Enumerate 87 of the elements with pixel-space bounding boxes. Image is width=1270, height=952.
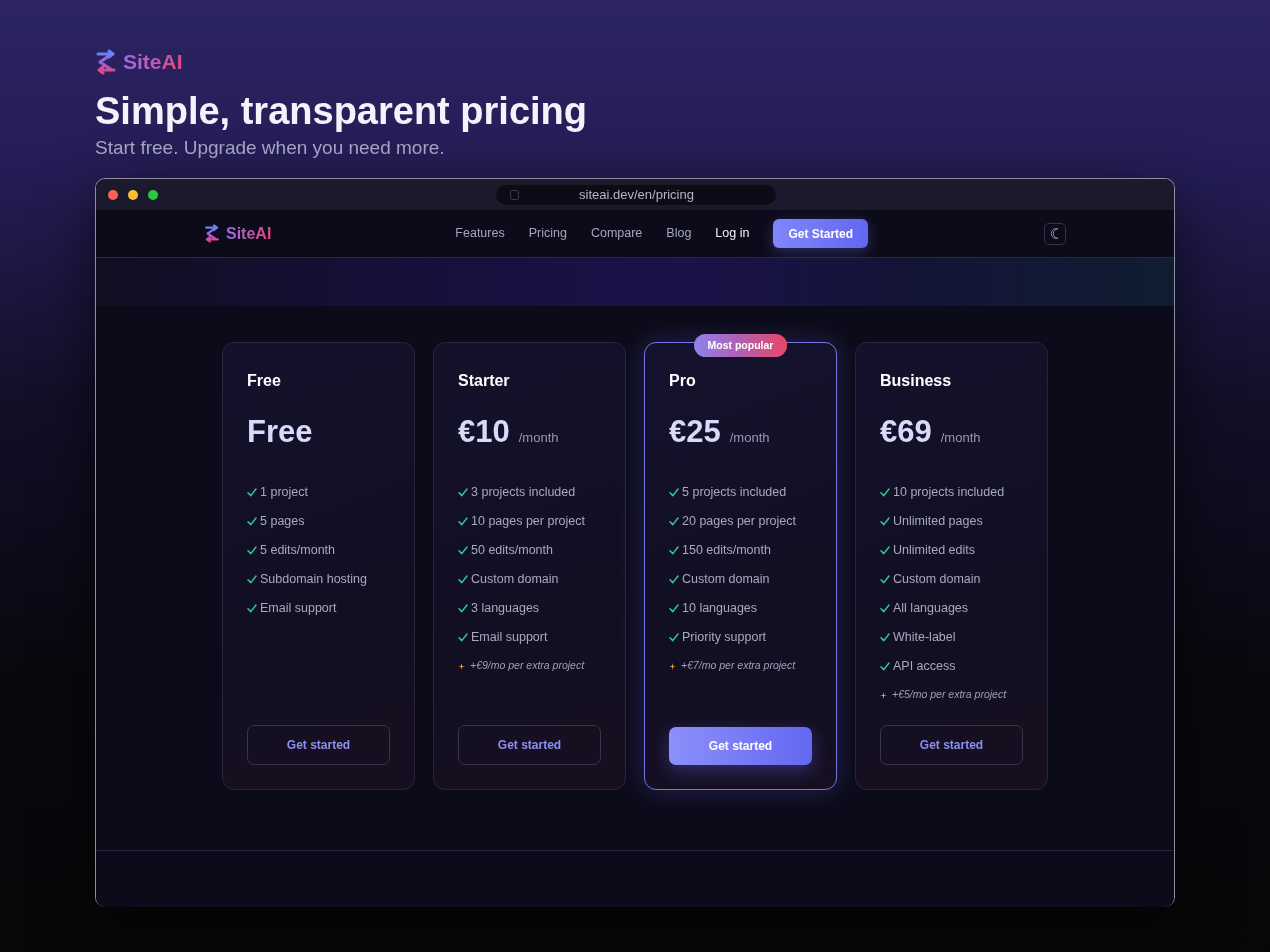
feature-text: 5 edits/month xyxy=(260,541,336,559)
feature-text: 1 project xyxy=(260,483,308,501)
get-started-button[interactable]: Get started xyxy=(880,725,1023,765)
check-icon xyxy=(247,487,257,497)
login-link[interactable]: Log in xyxy=(715,224,750,243)
feature-text: 5 pages xyxy=(260,512,305,530)
check-icon xyxy=(669,632,679,642)
feature-text: Email support xyxy=(260,599,337,617)
check-icon xyxy=(880,661,890,671)
feature-text: All languages xyxy=(893,599,969,617)
feature-text: 3 projects included xyxy=(471,483,576,501)
feature-text: 10 projects included xyxy=(893,483,1005,501)
check-icon xyxy=(880,516,890,526)
plan-price: Free xyxy=(247,414,313,450)
nav-link[interactable]: Compare xyxy=(590,224,643,243)
plan-price: €25 xyxy=(669,414,721,450)
get-started-button[interactable]: Get started xyxy=(458,725,601,765)
plan-name: Business xyxy=(880,371,953,391)
price-period: /month xyxy=(729,429,770,447)
check-icon xyxy=(247,603,257,613)
plan-name: Starter xyxy=(458,371,511,391)
feature-text: 20 pages per project xyxy=(682,512,796,530)
extra-note: +€5/mo per extra project xyxy=(892,687,1007,703)
plan-price: €10 xyxy=(458,414,510,450)
page-subtitle: Start free. Upgrade when you need more. xyxy=(95,136,446,160)
plan-name: Free xyxy=(247,371,282,391)
check-icon xyxy=(669,574,679,584)
check-icon xyxy=(247,545,257,555)
close-button[interactable] xyxy=(108,189,118,200)
sparkle-icon xyxy=(669,662,676,670)
page-icon xyxy=(510,190,519,200)
check-icon xyxy=(458,487,468,497)
check-icon xyxy=(880,574,890,584)
maximize-button[interactable] xyxy=(148,189,158,200)
feature-text: 10 pages per project xyxy=(471,512,585,530)
check-icon xyxy=(669,603,679,613)
nav-link[interactable]: Blog xyxy=(666,224,692,243)
get-started-button[interactable]: Get started xyxy=(669,727,812,765)
check-icon xyxy=(669,487,679,497)
feature-text: Custom domain xyxy=(893,570,981,588)
feature-text: Unlimited edits xyxy=(893,541,975,559)
logo-icon xyxy=(204,224,220,243)
feature-text: Email support xyxy=(471,628,548,646)
feature-text: Unlimited pages xyxy=(893,512,983,530)
sparkle-icon xyxy=(458,662,465,670)
price-period: /month xyxy=(940,429,981,447)
check-icon xyxy=(669,516,679,526)
check-icon xyxy=(880,603,890,613)
feature-text: 3 languages xyxy=(471,599,540,617)
feature-text: 150 edits/month xyxy=(682,541,771,559)
plan-price: €69 xyxy=(880,414,932,450)
feature-text: Custom domain xyxy=(471,570,559,588)
get-started-button[interactable]: Get started xyxy=(247,725,390,765)
feature-text: 10 languages xyxy=(682,599,758,617)
price-period: /month xyxy=(518,429,559,447)
check-icon xyxy=(669,545,679,555)
feature-text: Custom domain xyxy=(682,570,770,588)
feature-text: 50 edits/month xyxy=(471,541,553,559)
feature-text: Priority support xyxy=(682,628,767,646)
plan-name: Pro xyxy=(669,371,697,391)
feature-text: 5 projects included xyxy=(682,483,787,501)
nav-link[interactable]: Pricing xyxy=(528,224,567,243)
check-icon xyxy=(458,632,468,642)
check-icon xyxy=(458,516,468,526)
get-started-button[interactable]: Get Started xyxy=(773,219,869,248)
feature-text: Subdomain hosting xyxy=(260,570,368,588)
check-icon xyxy=(880,487,890,497)
check-icon xyxy=(458,574,468,584)
feature-text: API access xyxy=(893,657,956,675)
check-icon xyxy=(458,603,468,613)
logo-icon xyxy=(95,49,117,75)
moon-icon xyxy=(1050,228,1060,239)
theme-toggle-button[interactable] xyxy=(1044,222,1066,245)
check-icon xyxy=(458,545,468,555)
address-bar[interactable]: siteai.dev/en/pricing xyxy=(496,185,776,205)
page-title: Simple, transparent pricing xyxy=(95,89,588,134)
sparkle-icon xyxy=(880,691,887,699)
check-icon xyxy=(247,516,257,526)
feature-text: White-label xyxy=(893,628,956,646)
minimize-button[interactable] xyxy=(128,189,138,200)
check-icon xyxy=(247,574,257,584)
popular-badge: Most popular xyxy=(693,334,788,357)
extra-note: +€7/mo per extra project xyxy=(681,658,796,674)
check-icon xyxy=(880,632,890,642)
nav-link[interactable]: Features xyxy=(455,224,505,243)
check-icon xyxy=(880,545,890,555)
extra-note: +€9/mo per extra project xyxy=(470,658,585,674)
